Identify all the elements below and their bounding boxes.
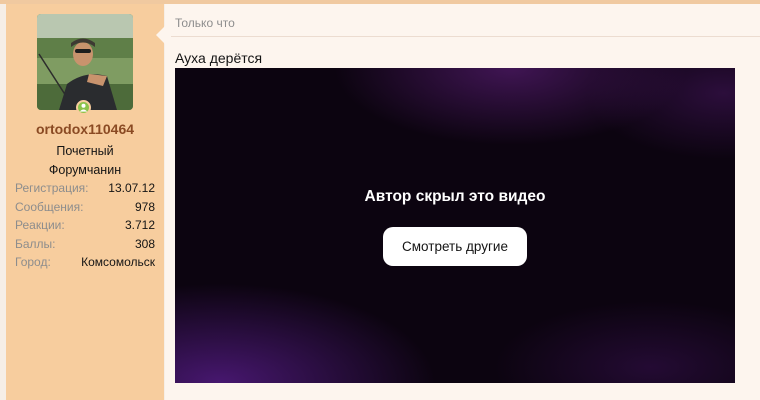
online-status-icon xyxy=(76,100,91,115)
message-bubble: Только что Ауха дерётся Автор скрыл это … xyxy=(156,4,760,400)
user-sidebar: ortodox110464 Почетный Форумчанин Регист… xyxy=(6,4,164,400)
stat-value: Комсомольск xyxy=(81,255,155,269)
stat-row-reactions: Реакции: 3.712 xyxy=(15,216,155,235)
user-title: Почетный Форумчанин xyxy=(6,142,164,180)
stat-value: 13.07.12 xyxy=(108,181,155,195)
video-embed[interactable]: Автор скрыл это видео Смотреть другие xyxy=(175,68,735,383)
user-icon xyxy=(79,103,88,112)
post-timestamp[interactable]: Только что xyxy=(175,16,235,30)
bubble-arrow xyxy=(156,26,165,44)
user-title-line: Почетный xyxy=(56,144,114,158)
stat-label: Сообщения: xyxy=(15,199,84,214)
video-hidden-message: Автор скрыл это видео xyxy=(364,188,546,205)
stat-row-points: Баллы: 308 xyxy=(15,235,155,254)
stat-label: Город: xyxy=(15,255,51,269)
stat-value: 308 xyxy=(134,236,155,251)
forum-post: ortodox110464 Почетный Форумчанин Регист… xyxy=(0,0,760,400)
username[interactable]: ortodox110464 xyxy=(6,121,164,137)
user-title-line: Форумчанин xyxy=(48,163,122,177)
stat-label: Баллы: xyxy=(15,236,56,251)
user-stats: Регистрация: 13.07.12 Сообщения: 978 Реа… xyxy=(15,179,155,272)
stat-row-city: Город: Комсомольск xyxy=(15,253,155,272)
stat-row-messages: Сообщения: 978 xyxy=(15,198,155,217)
stat-value[interactable]: 978 xyxy=(135,198,155,217)
user-avatar[interactable] xyxy=(37,14,133,110)
avatar-photo xyxy=(37,14,133,110)
post-text: Ауха дерётся xyxy=(175,50,263,66)
watch-others-button[interactable]: Смотреть другие xyxy=(383,227,527,266)
header-divider xyxy=(171,36,760,37)
stat-value: 3.712 xyxy=(124,218,155,232)
stat-label: Реакции: xyxy=(15,218,65,232)
stat-row-registration: Регистрация: 13.07.12 xyxy=(15,179,155,198)
stat-label: Регистрация: xyxy=(15,181,89,195)
